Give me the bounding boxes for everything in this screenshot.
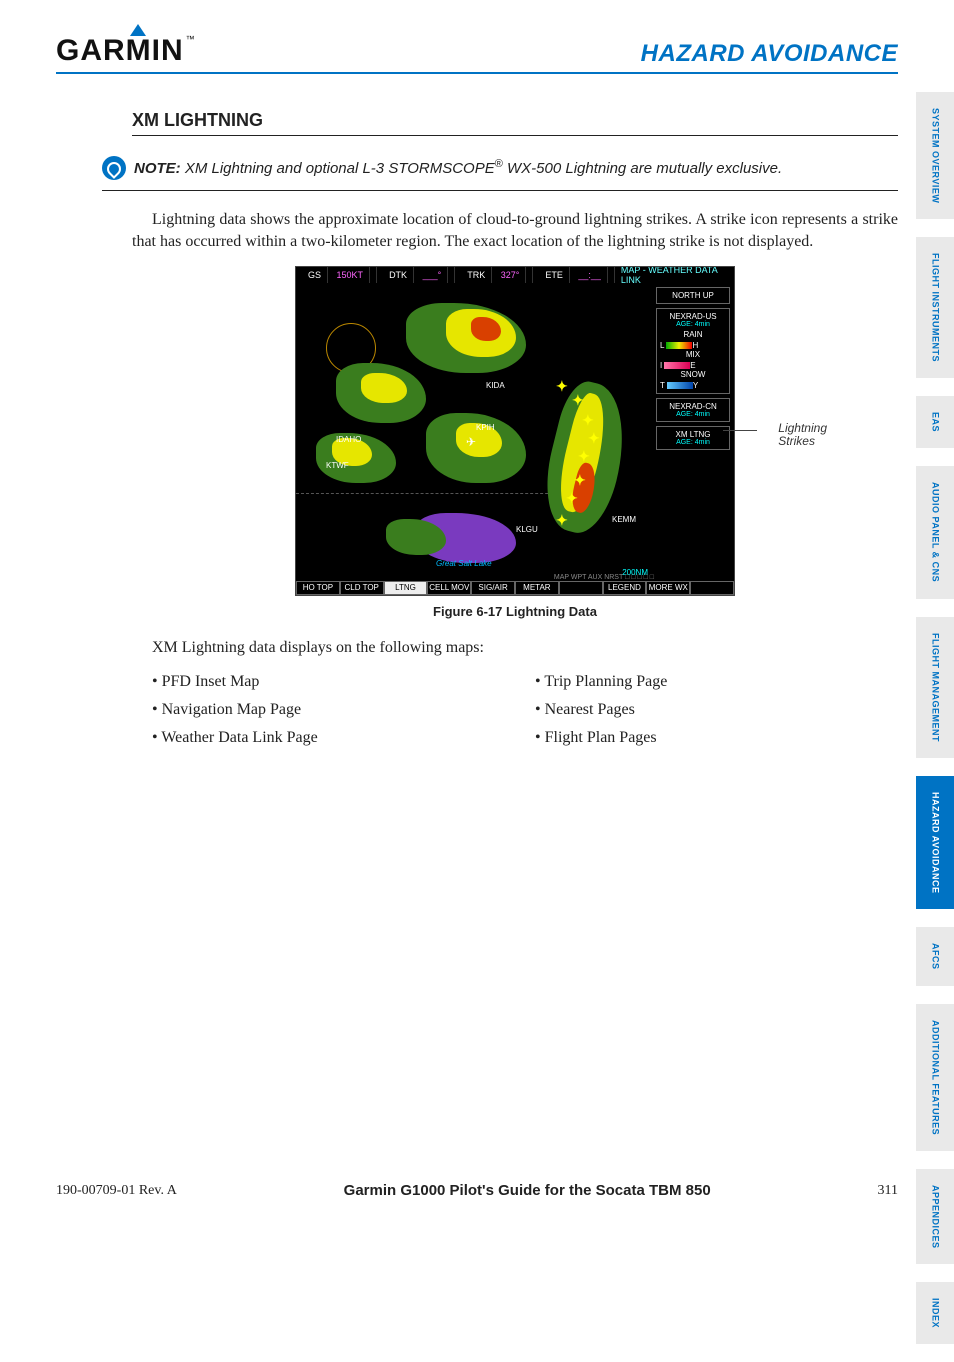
- bullet-list-right: Trip Planning Page Nearest Pages Flight …: [515, 673, 898, 757]
- waypoint-kemm: KEMM: [612, 515, 636, 524]
- doc-number: 190-00709-01 Rev. A: [56, 1183, 177, 1199]
- gs-label: GS 150KT: [296, 267, 377, 283]
- figure: GS 150KT DTK ___° TRK 327° ETE __:__ MAP…: [295, 266, 735, 596]
- lightning-strike-icon: ✦: [556, 379, 568, 396]
- waypoint-kpih: KPIH: [476, 423, 495, 432]
- tab-flight-instruments[interactable]: FLIGHT INSTRUMENTS: [916, 237, 954, 378]
- page-number: 311: [878, 1183, 898, 1199]
- tab-afcs[interactable]: AFCS: [916, 927, 954, 986]
- mfd-screen: GS 150KT DTK ___° TRK 327° ETE __:__ MAP…: [295, 266, 735, 596]
- nexrad-us-legend: NEXRAD-US AGE: 4min RAIN LH MIX IE SNOW …: [656, 308, 730, 394]
- softkey[interactable]: [690, 581, 734, 595]
- tab-system-overview[interactable]: SYSTEM OVERVIEW: [916, 92, 954, 219]
- ete-label: ETE __:__: [533, 267, 615, 283]
- mfd-top-bar: GS 150KT DTK ___° TRK 327° ETE __:__ MAP…: [296, 267, 734, 283]
- softkey[interactable]: LEGEND: [603, 581, 647, 595]
- page-content: XM LIGHTNING NOTE: XM Lightning and opti…: [132, 110, 898, 757]
- tab-audio-panel[interactable]: AUDIO PANEL & CNS: [916, 466, 954, 598]
- softkey[interactable]: MORE WX: [646, 581, 690, 595]
- softkey[interactable]: [559, 581, 603, 595]
- trademark-icon: ™: [186, 34, 196, 44]
- softkey[interactable]: SIG/AIR: [471, 581, 515, 595]
- logo-text: GARMIN: [56, 34, 184, 67]
- annotation-leader: [723, 430, 757, 431]
- border-line: [296, 493, 578, 494]
- tab-index[interactable]: INDEX: [916, 1282, 954, 1344]
- body-paragraph: Lightning data shows the approximate loc…: [132, 209, 898, 252]
- page-group-indicator: MAP WPT AUX NRST □ □ □ □ □: [554, 574, 654, 581]
- list-item: Weather Data Link Page: [152, 729, 515, 747]
- doc-title: Garmin G1000 Pilot's Guide for the Socat…: [177, 1182, 878, 1199]
- chapter-title: HAZARD AVOIDANCE: [641, 40, 898, 68]
- page-footer: 190-00709-01 Rev. A Garmin G1000 Pilot's…: [56, 1182, 898, 1199]
- waypoint-kida: KIDA: [486, 381, 505, 390]
- softkey[interactable]: METAR: [515, 581, 559, 595]
- body-paragraph: XM Lightning data displays on the follow…: [132, 637, 898, 659]
- dtk-label: DTK ___°: [377, 267, 455, 283]
- note-label: NOTE:: [134, 160, 181, 177]
- softkey-selected[interactable]: LTNG: [384, 581, 428, 595]
- mfd-page-title: MAP - WEATHER DATA LINK: [615, 267, 734, 283]
- map-area: ✦ ✦ ✦ ✦ ✦ ✦ ✦ ✦ KIDA KPIH IDAHO KTWF KLG…: [296, 283, 656, 581]
- waypoint-idaho: IDAHO: [336, 435, 361, 444]
- nexrad-cn-legend: NEXRAD-CN AGE: 4min: [656, 398, 730, 422]
- lightning-strike-icon: ✦: [588, 431, 600, 448]
- trk-label: TRK 327°: [455, 267, 533, 283]
- tab-additional-features[interactable]: ADDITIONAL FEATURES: [916, 1004, 954, 1151]
- waypoint-ktwf: KTWF: [326, 461, 349, 470]
- figure-annotation: LightningStrikes: [778, 422, 827, 448]
- lightning-strike-icon: ✦: [582, 413, 594, 430]
- list-item: Trip Planning Page: [535, 673, 898, 691]
- lightning-strike-icon: ✦: [574, 473, 586, 490]
- lightning-strike-icon: ✦: [578, 449, 590, 466]
- note-text: NOTE: XM Lightning and optional L-3 STOR…: [134, 158, 782, 177]
- chapter-tabs: SYSTEM OVERVIEW FLIGHT INSTRUMENTS EAS A…: [916, 92, 954, 1362]
- softkey[interactable]: HO TOP: [296, 581, 340, 595]
- registered-icon: ®: [495, 158, 503, 170]
- waypoint-klgu: KLGU: [516, 525, 538, 534]
- tab-appendices[interactable]: APPENDICES: [916, 1169, 954, 1265]
- tab-hazard-avoidance[interactable]: HAZARD AVOIDANCE: [916, 776, 954, 910]
- page-header: GARMIN™ HAZARD AVOIDANCE: [56, 34, 898, 74]
- tab-eas[interactable]: EAS: [916, 396, 954, 448]
- logo-triangle-icon: [130, 24, 146, 36]
- softkey-bar: HO TOP CLD TOP LTNG CELL MOV SIG/AIR MET…: [296, 581, 734, 595]
- bullet-columns: PFD Inset Map Navigation Map Page Weathe…: [132, 673, 898, 757]
- lightning-strike-icon: ✦: [572, 393, 584, 410]
- softkey[interactable]: CLD TOP: [340, 581, 384, 595]
- garmin-logo: GARMIN™: [56, 34, 202, 68]
- list-item: PFD Inset Map: [152, 673, 515, 691]
- ownship-icon: ✈: [466, 435, 476, 450]
- list-item: Flight Plan Pages: [535, 729, 898, 747]
- lake-label: Great Salt Lake: [436, 559, 492, 568]
- softkey[interactable]: CELL MOV: [427, 581, 471, 595]
- bullet-list-left: PFD Inset Map Navigation Map Page Weathe…: [132, 673, 515, 757]
- mfd-side-panel: NORTH UP NEXRAD-US AGE: 4min RAIN LH MIX…: [656, 283, 734, 450]
- note-block: NOTE: XM Lightning and optional L-3 STOR…: [102, 154, 898, 191]
- north-up-box: NORTH UP: [656, 287, 730, 304]
- lightning-strike-icon: ✦: [566, 491, 578, 508]
- list-item: Nearest Pages: [535, 701, 898, 719]
- figure-caption: Figure 6-17 Lightning Data: [132, 604, 898, 619]
- xm-ltng-legend: XM LTNG AGE: 4min: [656, 426, 730, 450]
- lightning-strike-icon: ✦: [556, 513, 568, 530]
- section-heading: XM LIGHTNING: [132, 110, 898, 136]
- note-icon: [102, 156, 126, 180]
- tab-flight-management[interactable]: FLIGHT MANAGEMENT: [916, 617, 954, 758]
- list-item: Navigation Map Page: [152, 701, 515, 719]
